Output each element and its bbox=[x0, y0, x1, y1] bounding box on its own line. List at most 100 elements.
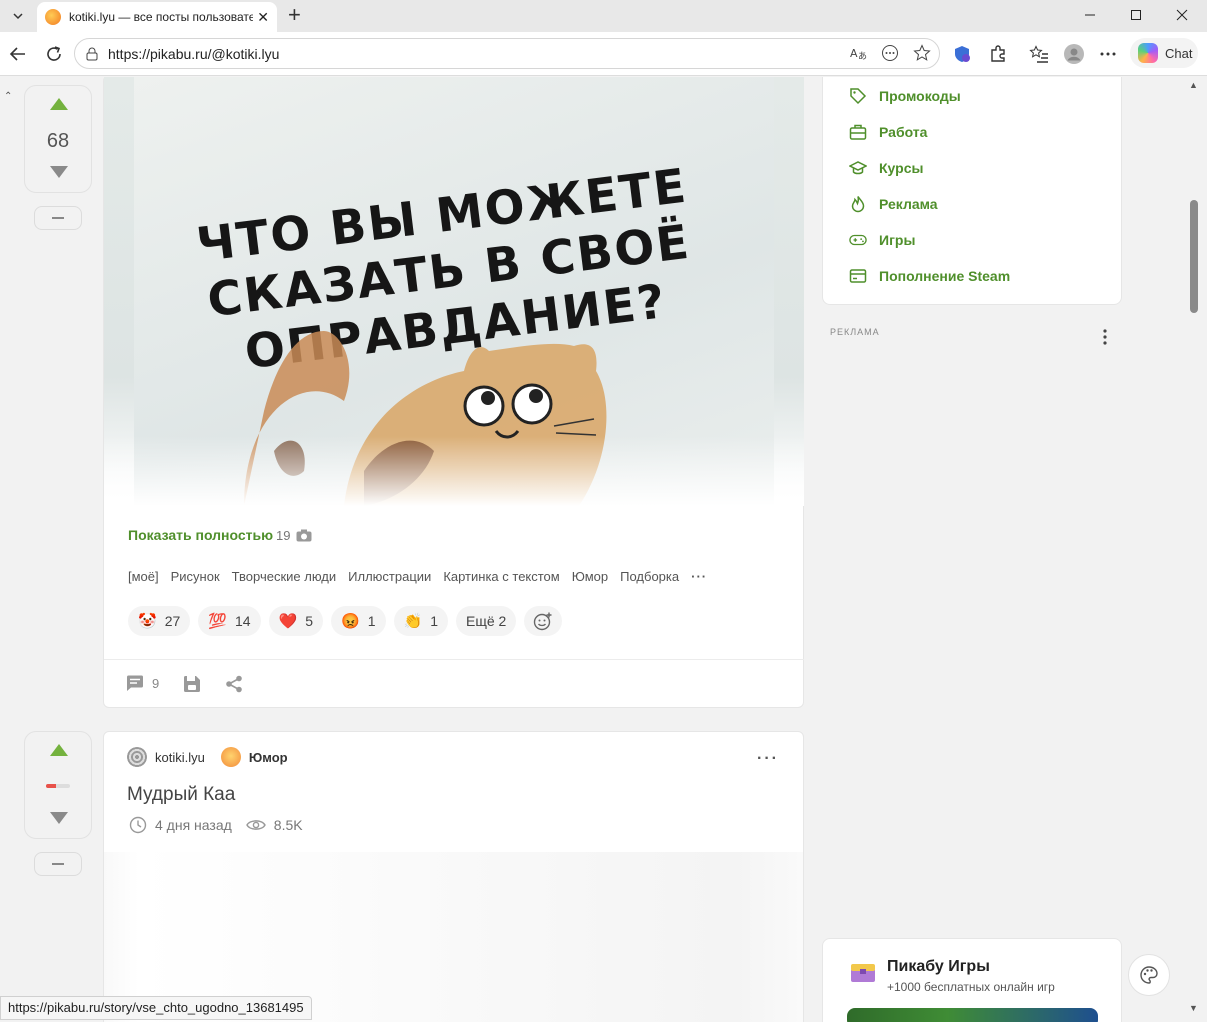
collapse-post-button[interactable] bbox=[34, 206, 82, 230]
games-chest-icon bbox=[851, 964, 875, 982]
tag[interactable]: Рисунок bbox=[171, 569, 220, 584]
reaction-count: 27 bbox=[164, 613, 181, 629]
sidebar-item-label: Работа bbox=[879, 124, 928, 140]
reaction-count: 1 bbox=[430, 613, 438, 629]
upvote-arrow-icon[interactable] bbox=[50, 98, 68, 110]
palette-icon bbox=[1140, 966, 1158, 984]
clown-emoji-icon: 🤡 bbox=[138, 613, 157, 630]
maximize-button[interactable] bbox=[1113, 0, 1159, 30]
tag-icon bbox=[849, 87, 867, 105]
collapse-post-button[interactable] bbox=[34, 852, 82, 876]
page-scrollbar[interactable]: ▲ ▼ bbox=[1187, 77, 1207, 1022]
games-banner[interactable] bbox=[847, 1008, 1098, 1022]
post1-reactions: 🤡 27 💯 14 ❤️ 5 😡 1 👏 1 Ещё 2 bbox=[128, 606, 563, 636]
post-options-button[interactable]: ··· bbox=[757, 750, 779, 768]
image-fade bbox=[104, 436, 804, 506]
reaction-heart[interactable]: ❤️ 5 bbox=[268, 606, 324, 636]
favorites-button[interactable] bbox=[1027, 42, 1051, 66]
post2-rating-bar bbox=[46, 784, 70, 788]
minimize-icon bbox=[1085, 14, 1095, 16]
flame-icon bbox=[849, 195, 867, 213]
ad-options-button[interactable] bbox=[1102, 328, 1108, 351]
favorites-list-icon bbox=[1029, 45, 1048, 63]
close-tab-icon[interactable]: ✕ bbox=[257, 9, 269, 26]
image-count-value: 19 bbox=[276, 528, 291, 543]
show-full-link[interactable]: Показать полностью bbox=[128, 527, 273, 543]
upvote-arrow-icon[interactable] bbox=[50, 744, 68, 756]
sidebar-item-promocodes[interactable]: Промокоды bbox=[849, 87, 961, 105]
settings-menu-button[interactable] bbox=[1096, 42, 1120, 66]
back-button[interactable] bbox=[6, 42, 30, 66]
post1-footer: 9 bbox=[104, 659, 804, 707]
sidebar-item-steam-topup[interactable]: Пополнение Steam bbox=[849, 267, 1010, 285]
address-bar[interactable]: https://pikabu.ru/@kotiki.lyu Aあ bbox=[74, 38, 940, 69]
sidebar-item-courses[interactable]: Курсы bbox=[849, 159, 923, 177]
browser-toolbar: https://pikabu.ru/@kotiki.lyu Aあ Chat bbox=[0, 32, 1207, 76]
scrollbar-thumb[interactable] bbox=[1190, 200, 1198, 313]
tag[interactable]: [моё] bbox=[128, 569, 159, 584]
add-reaction-button[interactable] bbox=[524, 606, 563, 636]
reload-button[interactable] bbox=[42, 42, 66, 66]
reaction-hundred[interactable]: 💯 14 bbox=[198, 606, 261, 636]
browser-tab[interactable]: kotiki.lyu — все посты пользовател ✕ bbox=[37, 2, 277, 32]
post1-image[interactable]: ЧТО ВЫ МОЖЕТЕ СКАЗАТЬ В СВОЁ ОПРАВДАНИЕ? bbox=[104, 77, 804, 506]
author-name[interactable]: kotiki.lyu bbox=[155, 750, 205, 765]
chevron-down-icon bbox=[13, 13, 23, 20]
arrow-left-icon bbox=[9, 47, 25, 61]
comments-count: 9 bbox=[152, 676, 160, 691]
reaction-clown[interactable]: 🤡 27 bbox=[128, 606, 191, 636]
downvote-arrow-icon[interactable] bbox=[50, 166, 68, 178]
author-avatar[interactable] bbox=[127, 747, 147, 767]
sidebar-item-label: Реклама bbox=[879, 196, 938, 212]
community-name[interactable]: Юмор bbox=[249, 750, 288, 765]
sidebar-item-jobs[interactable]: Работа bbox=[849, 123, 927, 141]
pikabu-favicon-icon bbox=[45, 9, 61, 25]
sidebar-item-label: Игры bbox=[879, 232, 916, 248]
profile-button[interactable] bbox=[1062, 42, 1086, 66]
translate-icon[interactable]: Aあ bbox=[849, 44, 867, 62]
rating-bar-fill bbox=[46, 784, 56, 788]
heart-emoji-icon: ❤️ bbox=[278, 613, 298, 630]
sidebar-item-ads[interactable]: Реклама bbox=[849, 195, 938, 213]
downvote-arrow-icon[interactable] bbox=[50, 812, 68, 824]
url-text[interactable]: https://pikabu.ru/@kotiki.lyu bbox=[108, 46, 279, 62]
tab-list-button[interactable] bbox=[5, 5, 31, 27]
comments-button[interactable]: 9 bbox=[126, 675, 159, 692]
share-icon[interactable] bbox=[225, 675, 243, 693]
svg-text:A: A bbox=[850, 47, 858, 60]
tag[interactable]: Картинка с текстом bbox=[443, 569, 559, 584]
wallet-icon bbox=[849, 267, 867, 285]
more-reactions-button[interactable]: Ещё 2 bbox=[455, 606, 517, 636]
chat-label: Chat bbox=[1165, 45, 1193, 61]
hundred-emoji-icon: 💯 bbox=[208, 613, 227, 630]
post1-tags: [моё] Рисунок Творческие люди Иллюстраци… bbox=[128, 569, 707, 584]
scroll-up-arrow-icon[interactable]: ▲ bbox=[1189, 80, 1198, 90]
tag[interactable]: Творческие люди bbox=[232, 569, 337, 584]
favorite-star-icon[interactable] bbox=[913, 44, 931, 62]
reaction-clap[interactable]: 👏 1 bbox=[393, 606, 448, 636]
community-icon[interactable] bbox=[220, 747, 241, 767]
scroll-down-arrow-icon[interactable]: ▼ bbox=[1189, 1003, 1198, 1013]
reaction-angry[interactable]: 😡 1 bbox=[331, 606, 386, 636]
sidebar-item-label: Промокоды bbox=[879, 88, 961, 104]
sidebar-item-label: Курсы bbox=[879, 160, 924, 176]
more-tools-icon[interactable] bbox=[881, 44, 899, 62]
extensions-button[interactable] bbox=[986, 42, 1010, 66]
post2-title[interactable]: Мудрый Каа bbox=[127, 784, 235, 806]
clock-icon bbox=[129, 816, 147, 834]
theme-palette-button[interactable] bbox=[1128, 954, 1170, 996]
site-info-icon[interactable] bbox=[85, 47, 99, 61]
scroll-up-caret-icon[interactable]: ⌃ bbox=[4, 91, 12, 102]
browser-essentials-button[interactable] bbox=[950, 42, 974, 66]
sidebar-item-games[interactable]: Игры bbox=[849, 231, 915, 249]
more-tags-button[interactable]: ··· bbox=[691, 569, 707, 584]
close-window-button[interactable] bbox=[1159, 0, 1205, 30]
minimize-button[interactable] bbox=[1067, 0, 1113, 30]
new-tab-button[interactable]: + bbox=[288, 4, 301, 26]
copilot-chat-button[interactable]: Chat bbox=[1130, 38, 1198, 68]
save-icon[interactable] bbox=[183, 675, 201, 693]
pikabu-games-widget[interactable]: Пикабу Игры +1000 бесплатных онлайн игр bbox=[822, 938, 1122, 1022]
tag[interactable]: Иллюстрации bbox=[348, 569, 431, 584]
tag[interactable]: Юмор bbox=[572, 569, 608, 584]
tag[interactable]: Подборка bbox=[620, 569, 679, 584]
